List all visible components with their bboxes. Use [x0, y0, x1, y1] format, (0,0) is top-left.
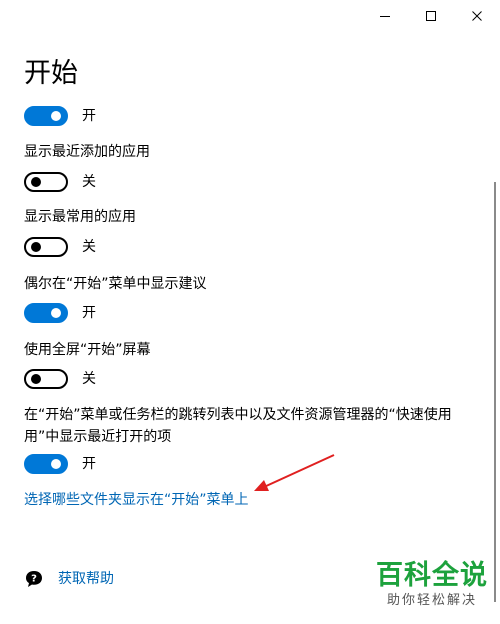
toggle-suggestions[interactable]: [24, 303, 68, 323]
maximize-button[interactable]: [408, 0, 454, 32]
toggle-row-fullscreen: 关: [24, 369, 96, 389]
toggle-most-used[interactable]: [24, 237, 68, 257]
page-title: 开始: [24, 58, 78, 89]
toggle-row-recently-added: 关: [24, 172, 96, 192]
setting-label-fullscreen: 使用全屏“开始”屏幕: [24, 342, 151, 358]
toggle-knob: [51, 459, 61, 469]
toggle-recent-items[interactable]: [24, 454, 68, 474]
get-help-row[interactable]: ? 获取帮助: [24, 568, 114, 590]
maximize-icon: [426, 11, 436, 21]
minimize-icon: [380, 16, 390, 17]
help-chat-icon: ?: [26, 571, 42, 587]
toggle-knob: [31, 374, 41, 384]
choose-folders-link[interactable]: 选择哪些文件夹显示在“开始”菜单上: [24, 489, 249, 511]
toggle-row-most-used: 关: [24, 237, 96, 257]
toggle-state-label: 关: [82, 371, 96, 387]
toggle-knob: [31, 177, 41, 187]
setting-toggle-row: 开: [24, 106, 96, 126]
minimize-button[interactable]: [362, 0, 408, 32]
setting-label-suggestions: 偶尔在“开始”菜单中显示建议: [24, 276, 207, 292]
svg-text:?: ?: [31, 574, 37, 585]
scrollbar[interactable]: [494, 182, 496, 602]
watermark-logo: 百科全说 助你轻松解决: [376, 560, 488, 610]
watermark-title: 百科全说: [376, 560, 488, 591]
toggle-knob: [51, 308, 61, 318]
window-controls: [362, 0, 500, 32]
get-help-link[interactable]: 获取帮助: [58, 568, 114, 590]
close-icon: [472, 11, 482, 21]
toggle-row-suggestions: 开: [24, 303, 96, 323]
toggle-fullscreen[interactable]: [24, 369, 68, 389]
setting-label-most-used: 显示最常用的应用: [24, 209, 136, 225]
setting-label-recent-items: 在“开始”菜单或任务栏的跳转列表中以及文件资源管理器的“快速使用用”中显示最近打…: [24, 407, 452, 445]
close-button[interactable]: [454, 0, 500, 32]
toggle-knob: [31, 242, 41, 252]
toggle-row-recent-items: 开: [24, 454, 96, 474]
setting-label-recently-added: 显示最近添加的应用: [24, 144, 150, 160]
annotation-arrow-icon: [254, 454, 335, 491]
toggle-state-label: 关: [82, 174, 96, 190]
toggle-switch[interactable]: [24, 106, 68, 126]
toggle-state-label: 开: [82, 108, 96, 124]
watermark-subtitle: 助你轻松解决: [386, 593, 477, 608]
toggle-knob: [51, 111, 61, 121]
toggle-state-label: 开: [82, 456, 96, 472]
toggle-state-label: 关: [82, 239, 96, 255]
toggle-recently-added[interactable]: [24, 172, 68, 192]
toggle-state-label: 开: [82, 305, 96, 321]
